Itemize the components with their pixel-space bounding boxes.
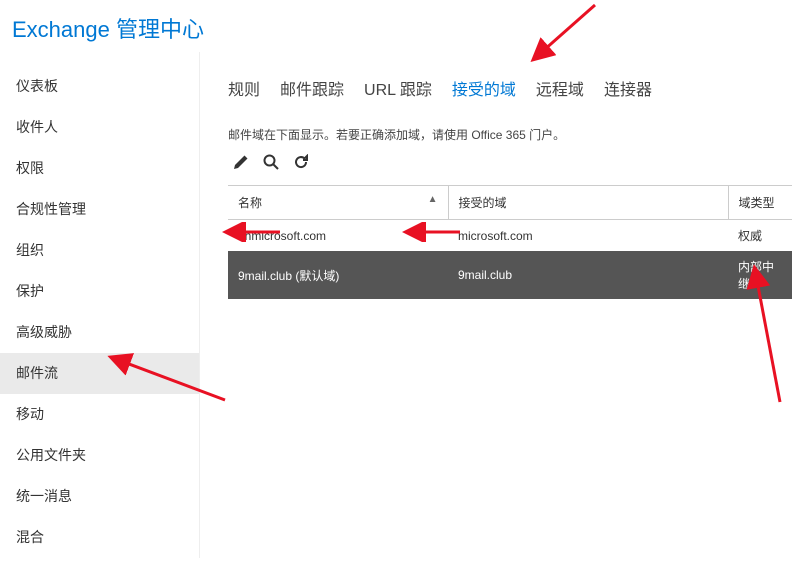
sidebar-item-compliance[interactable]: 合规性管理 [0, 189, 199, 230]
sidebar-item-permissions[interactable]: 权限 [0, 148, 199, 189]
tab-url-trace[interactable]: URL 跟踪 [364, 76, 432, 102]
cell-type: 权威 [728, 220, 792, 252]
sidebar-item-advanced-threats[interactable]: 高级威胁 [0, 312, 199, 353]
column-header-name[interactable]: 名称 ▲ [228, 186, 448, 220]
description-text: 邮件域在下面显示。若要正确添加域，请使用 Office 365 门户。 [228, 126, 792, 143]
sidebar: 仪表板 收件人 权限 合规性管理 组织 保护 高级威胁 邮件流 移动 公用文件夹… [0, 52, 200, 558]
cell-name: 9mail.club (默认域) [228, 251, 448, 299]
edit-icon[interactable] [232, 153, 250, 171]
table-row[interactable]: 9mail.club (默认域) 9mail.club 内部中继 [228, 251, 792, 299]
content-area: 规则 邮件跟踪 URL 跟踪 接受的域 远程域 连接器 邮件域在下面显示。若要正… [200, 52, 802, 558]
cell-type: 内部中继 [728, 251, 792, 299]
sidebar-item-unified-messaging[interactable]: 统一消息 [0, 476, 199, 517]
column-header-domain-type-label: 域类型 [739, 196, 775, 210]
cell-domain: 9mail.club [448, 251, 728, 299]
column-header-name-label: 名称 [238, 196, 262, 210]
search-icon[interactable] [262, 153, 280, 171]
tabs: 规则 邮件跟踪 URL 跟踪 接受的域 远程域 连接器 [228, 68, 792, 102]
cell-name: onmicrosoft.com [228, 220, 448, 252]
sidebar-item-dashboard[interactable]: 仪表板 [0, 66, 199, 107]
cell-domain: microsoft.com [448, 220, 728, 252]
column-header-accepted-domain[interactable]: 接受的域 [448, 186, 728, 220]
table-row[interactable]: onmicrosoft.com microsoft.com 权威 [228, 220, 792, 252]
sidebar-item-protection[interactable]: 保护 [0, 271, 199, 312]
toolbar [228, 153, 792, 171]
sidebar-item-mobile[interactable]: 移动 [0, 394, 199, 435]
tab-message-trace[interactable]: 邮件跟踪 [280, 76, 344, 102]
sidebar-item-hybrid[interactable]: 混合 [0, 517, 199, 558]
column-header-domain-type[interactable]: 域类型 [728, 186, 792, 220]
column-header-accepted-domain-label: 接受的域 [459, 196, 507, 210]
sidebar-item-recipients[interactable]: 收件人 [0, 107, 199, 148]
sidebar-item-organization[interactable]: 组织 [0, 230, 199, 271]
sidebar-item-mailflow[interactable]: 邮件流 [0, 353, 199, 394]
tab-remote-domains[interactable]: 远程域 [536, 76, 584, 102]
domains-table: 名称 ▲ 接受的域 域类型 onmicrosoft.com microsoft.… [228, 185, 792, 299]
sort-asc-icon: ▲ [428, 194, 438, 205]
tab-rules[interactable]: 规则 [228, 76, 260, 102]
page-title: Exchange 管理中心 [12, 12, 786, 44]
tab-accepted-domains[interactable]: 接受的域 [452, 76, 516, 102]
tab-connectors[interactable]: 连接器 [604, 76, 652, 102]
sidebar-item-public-folders[interactable]: 公用文件夹 [0, 435, 199, 476]
refresh-icon[interactable] [292, 153, 310, 171]
